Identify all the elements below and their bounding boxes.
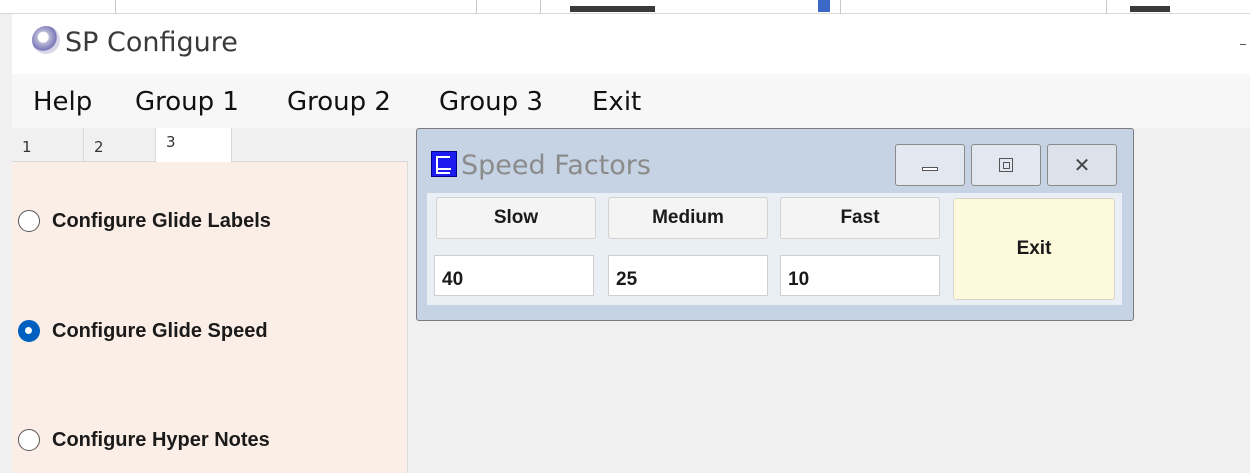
strip-divider	[115, 0, 116, 14]
minimize-button[interactable]	[895, 144, 965, 186]
strip-divider	[540, 0, 541, 14]
option-glide-labels[interactable]: Configure Glide Labels	[18, 206, 271, 236]
strip-divider	[1106, 0, 1107, 14]
menu-bar: Help Group 1 Group 2 Group 3 Exit	[12, 74, 1250, 128]
tab-strip: 1 2 3	[12, 128, 408, 164]
strip-divider	[476, 0, 477, 14]
strip-divider	[840, 0, 841, 14]
option-glide-speed[interactable]: Configure Glide Speed	[18, 316, 268, 346]
menu-exit[interactable]: Exit	[592, 87, 641, 117]
app-orb-icon	[32, 26, 60, 54]
close-button[interactable]: ✕	[1047, 144, 1117, 186]
tab-2[interactable]: 2	[84, 128, 156, 162]
window-title: SP Configure	[65, 27, 238, 58]
dialog-title: Speed Factors	[461, 150, 651, 181]
slow-button[interactable]: Slow	[436, 197, 596, 239]
maximize-icon	[999, 158, 1013, 172]
option-hyper-notes[interactable]: Configure Hyper Notes	[18, 425, 270, 455]
option-label: Configure Glide Speed	[52, 319, 268, 342]
menu-group-3[interactable]: Group 3	[439, 87, 543, 117]
strip-control	[570, 6, 655, 12]
fast-button[interactable]: Fast	[780, 197, 940, 239]
menu-help[interactable]: Help	[33, 87, 92, 117]
speed-factors-dialog: Speed Factors ✕ Slow Medium Fast 40 25 1…	[416, 128, 1134, 321]
medium-button[interactable]: Medium	[608, 197, 768, 239]
maximize-button[interactable]	[971, 144, 1041, 186]
background-window-strip	[0, 0, 1250, 14]
options-panel: Configure Glide Labels Configure Glide S…	[12, 162, 408, 473]
minimize-icon[interactable]	[1240, 44, 1246, 45]
minimize-icon	[922, 167, 938, 171]
dialog-app-icon	[431, 151, 457, 177]
option-label: Configure Glide Labels	[52, 209, 271, 232]
strip-control	[818, 0, 830, 12]
tab-3[interactable]: 3	[156, 128, 232, 164]
strip-control	[1130, 6, 1170, 12]
medium-value-field[interactable]: 25	[608, 255, 768, 296]
radio-unchecked[interactable]	[18, 210, 40, 232]
menu-group-2[interactable]: Group 2	[287, 87, 391, 117]
close-icon: ✕	[1073, 153, 1091, 177]
dialog-body: Slow Medium Fast 40 25 10 Exit	[427, 193, 1122, 305]
radio-checked[interactable]	[18, 320, 40, 342]
menu-group-1[interactable]: Group 1	[135, 87, 239, 117]
option-label: Configure Hyper Notes	[52, 428, 270, 451]
slow-value-field[interactable]: 40	[434, 255, 594, 296]
exit-button[interactable]: Exit	[953, 198, 1115, 300]
radio-unchecked[interactable]	[18, 429, 40, 451]
title-bar: SP Configure	[12, 14, 1250, 74]
fast-value-field[interactable]: 10	[780, 255, 940, 296]
tab-1[interactable]: 1	[12, 128, 84, 162]
